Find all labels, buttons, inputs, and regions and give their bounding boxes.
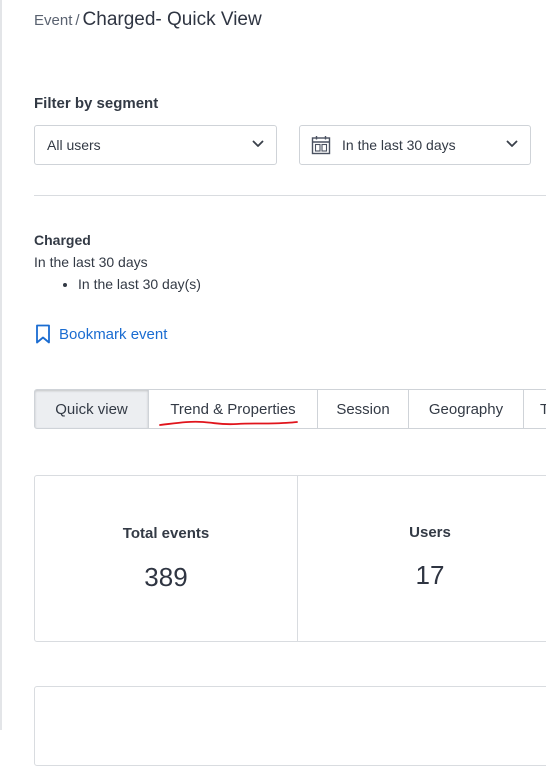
tab-label: Session: [336, 400, 390, 418]
stat-label: Total events: [122, 525, 210, 542]
tab-label: Trend & Properties: [170, 400, 296, 418]
date-range-dropdown[interactable]: In the last 30 days: [299, 125, 531, 165]
view-tabs: Quick view Trend & Properties Session Ge…: [34, 389, 546, 429]
bookmark-event-link[interactable]: Bookmark event: [35, 324, 167, 344]
breadcrumb: Event / Charged- Quick View: [34, 9, 262, 31]
red-underline-annotation: [159, 420, 298, 426]
date-range-value: In the last 30 days: [342, 137, 456, 153]
tab-session[interactable]: Session: [317, 389, 409, 429]
tab-label: Quick view: [55, 400, 128, 418]
tab-truncated[interactable]: T: [523, 389, 546, 429]
page-left-border: [0, 0, 2, 730]
bookmark-icon: [36, 324, 50, 344]
stats-card: Total events 389 Users 17: [34, 475, 546, 642]
lower-card: [34, 686, 546, 766]
filter-label: Filter by segment: [34, 95, 159, 112]
calendar-icon: [311, 136, 331, 155]
chevron-down-icon: [506, 140, 518, 147]
bookmark-event-label: Bookmark event: [59, 325, 168, 343]
breadcrumb-event-link[interactable]: Event: [34, 12, 72, 29]
stat-divider: [297, 476, 298, 641]
tab-label: Geography: [428, 400, 504, 418]
tab-label: T: [540, 401, 546, 418]
stat-value: 17: [415, 560, 445, 590]
stat-label: Users: [409, 524, 451, 541]
segment-dropdown-value: All users: [47, 137, 101, 153]
tab-quick-view[interactable]: Quick view: [34, 389, 149, 429]
breadcrumb-separator: /: [75, 12, 80, 29]
chevron-down-icon: [252, 140, 264, 147]
event-range: In the last 30 days: [34, 254, 148, 270]
list-item: In the last 30 day(s): [78, 276, 201, 292]
segment-dropdown[interactable]: All users: [34, 125, 277, 165]
stat-value: 389: [144, 562, 188, 592]
section-divider: [34, 195, 546, 196]
event-range-list: In the last 30 day(s): [34, 276, 201, 292]
tab-trend-properties[interactable]: Trend & Properties: [148, 389, 318, 429]
tab-geography[interactable]: Geography: [408, 389, 524, 429]
event-name: Charged: [34, 232, 91, 248]
page-title: Charged- Quick View: [82, 9, 262, 30]
